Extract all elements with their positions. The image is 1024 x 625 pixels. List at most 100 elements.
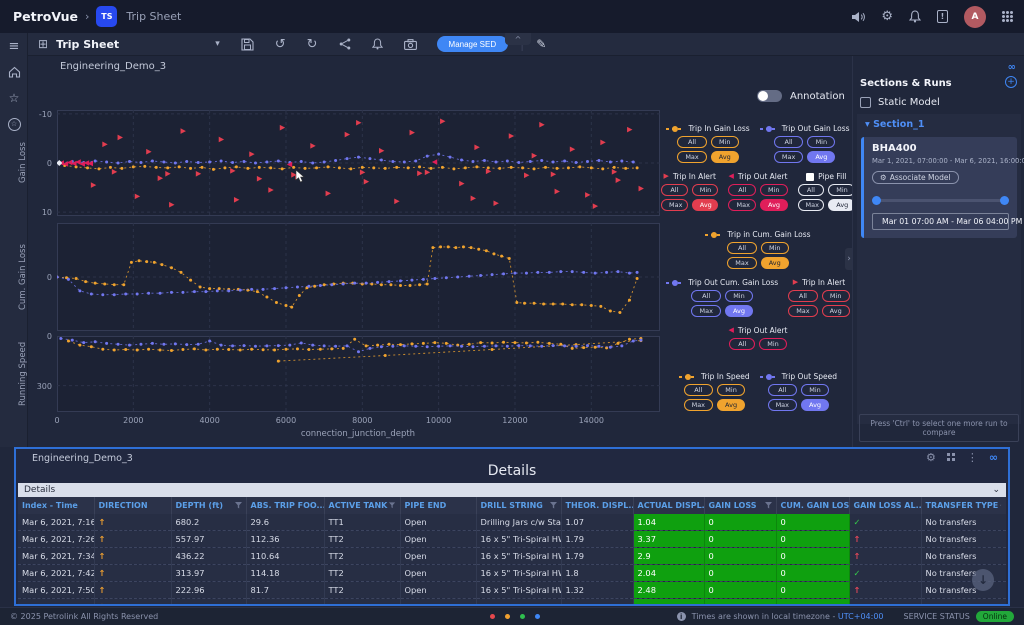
bell-icon[interactable] [909, 10, 921, 23]
time-range-slider[interactable] [872, 196, 1009, 205]
column-header-active-tank[interactable]: ACTIVE TANK [324, 497, 400, 514]
scroll-down-button[interactable]: ↓ [972, 569, 994, 591]
static-model-checkbox[interactable] [860, 97, 871, 108]
legend-pill-trip-in-alert-avg[interactable]: Avg [822, 305, 850, 317]
apps-grid-icon[interactable] [1002, 11, 1005, 14]
column-header-abs-trip-foo[interactable]: ABS. TRIP FOO... [246, 497, 324, 514]
legend-pill-trip-in-speed-min[interactable]: Min [717, 384, 745, 396]
redo-icon[interactable]: ↻ [307, 37, 318, 52]
column-header-gain-loss-al[interactable]: GAIN LOSS AL... [849, 497, 921, 514]
legend-pill-trip-in-gain-loss-all[interactable]: All [677, 136, 706, 148]
expand-grid-icon[interactable] [947, 453, 956, 462]
link-icon[interactable]: ∞ [1008, 62, 1016, 73]
legend-pill-pipe-fill-max[interactable]: Max [798, 199, 825, 211]
table-row[interactable]: Mar 6, 2021, 8:46:35 AM↑177.97132.87TT2O… [18, 599, 1006, 605]
brand-logo[interactable]: PetroVue [13, 9, 78, 24]
date-range-input[interactable]: Mar 01 07:00 AM - Mar 06 04:00 PM [872, 213, 1009, 230]
legend-pill-trip-out-gain-loss-avg[interactable]: Avg [807, 151, 835, 163]
link-icon[interactable]: ∞ [989, 452, 998, 463]
column-header-transfer-type[interactable]: TRANSFER TYPE [921, 497, 1006, 514]
subheader-collapse-icon[interactable]: ⌄ [992, 485, 1000, 495]
legend-pill-trip-in-alert-max[interactable]: Max [661, 199, 688, 211]
app-badge[interactable]: TS [96, 6, 117, 27]
legend-pill-trip-out-alert-avg[interactable]: Avg [760, 199, 788, 211]
legend-pill-trip-in-alert-avg[interactable]: Avg [692, 199, 719, 211]
share-network-icon[interactable] [339, 38, 351, 50]
edit-pencil-icon[interactable]: ✎ [536, 37, 546, 51]
column-header-cum-gain-loss[interactable]: CUM. GAIN LOSS [776, 497, 849, 514]
status-dot[interactable] [505, 614, 510, 619]
hamburger-menu-icon[interactable]: ≡ [0, 36, 28, 56]
settings-gear-icon[interactable]: ⚙ [926, 452, 936, 463]
legend-pill-trip-in-alert-min[interactable]: Min [822, 290, 850, 302]
legend-pill-trip-in-alert-all[interactable]: All [788, 290, 817, 302]
legend-pill-trip-out-alert-all[interactable]: All [729, 338, 755, 350]
legend-pill-trip-in-gain-loss-min[interactable]: Min [711, 136, 739, 148]
column-header-pipe-end[interactable]: PIPE END [400, 497, 476, 514]
column-header-depth-ft[interactable]: DEPTH (ft) [171, 497, 246, 514]
status-dot[interactable] [520, 614, 525, 619]
column-header-drill-string[interactable]: DRILL STRING [476, 497, 561, 514]
table-row[interactable]: Mar 6, 2021, 7:26:26 AM↑557.97112.36TT2O… [18, 531, 1006, 548]
legend-pill-trip-out-speed-min[interactable]: Min [801, 384, 829, 396]
legend-pill-trip-in-cum-gain-loss-min[interactable]: Min [761, 242, 789, 254]
table-row[interactable]: Mar 6, 2021, 7:34:20 AM↑436.22110.64TT2O… [18, 548, 1006, 565]
legend-pill-trip-out-gain-loss-min[interactable]: Min [807, 136, 835, 148]
legend-pill-trip-out-cum-gain-loss-max[interactable]: Max [691, 305, 720, 317]
avatar[interactable]: A [964, 6, 986, 28]
collapse-toolbar-button[interactable]: ^ [505, 33, 531, 45]
run-card[interactable]: BHA400 Mar 1, 2021, 07:00:00 - Mar 6, 20… [861, 137, 1017, 238]
legend-pill-pipe-fill-min[interactable]: Min [828, 184, 855, 196]
undo-icon[interactable]: ↺ [275, 37, 286, 52]
column-header-actual-displ[interactable]: ACTUAL DISPL... [633, 497, 704, 514]
table-row[interactable]: Mar 6, 2021, 7:50:44 AM↑222.9681.7TT2Ope… [18, 582, 1006, 599]
legend-pill-trip-out-speed-avg[interactable]: Avg [801, 399, 829, 411]
column-header-gain-loss[interactable]: GAIN LOSS [704, 497, 776, 514]
legend-pill-trip-out-gain-loss-all[interactable]: All [774, 136, 803, 148]
camera-icon[interactable] [404, 39, 417, 50]
legend-pill-trip-out-alert-min[interactable]: Min [760, 184, 788, 196]
home-icon[interactable] [0, 62, 28, 82]
speaker-icon[interactable] [851, 11, 865, 23]
legend-pill-trip-in-gain-loss-avg[interactable]: Avg [711, 151, 739, 163]
slider-knob-start[interactable] [872, 196, 881, 205]
star-icon[interactable]: ☆ [0, 88, 28, 108]
legend-pill-trip-out-speed-all[interactable]: All [768, 384, 797, 396]
legend-pill-pipe-fill-avg[interactable]: Avg [828, 199, 855, 211]
status-dot[interactable] [535, 614, 540, 619]
legend-pill-trip-out-cum-gain-loss-avg[interactable]: Avg [725, 305, 753, 317]
legend-pill-trip-out-alert-all[interactable]: All [728, 184, 756, 196]
legend-pill-trip-out-cum-gain-loss-min[interactable]: Min [725, 290, 753, 302]
details-subheader[interactable]: Details ⌄ [18, 483, 1006, 497]
legend-pill-trip-in-speed-max[interactable]: Max [684, 399, 713, 411]
manage-sed-button[interactable]: Manage SED [437, 36, 509, 52]
legend-pill-trip-in-cum-gain-loss-max[interactable]: Max [727, 257, 756, 269]
legend-pill-trip-in-cum-gain-loss-all[interactable]: All [727, 242, 756, 254]
legend-pill-trip-out-speed-max[interactable]: Max [768, 399, 797, 411]
release-notes-icon[interactable]: ! [937, 10, 948, 23]
add-section-icon[interactable]: + [1005, 76, 1017, 88]
table-row[interactable]: Mar 6, 2021, 7:16:16 AM↑680.229.6TT1Open… [18, 514, 1006, 531]
column-header-theor-displ[interactable]: THEOR. DISPL... [561, 497, 633, 514]
annotation-toggle[interactable] [757, 90, 782, 102]
legend-pill-trip-out-alert-max[interactable]: Max [728, 199, 756, 211]
associate-model-button[interactable]: ⚙ Associate Model [872, 171, 959, 184]
chevron-down-icon[interactable]: ▾ [215, 39, 220, 49]
legend-pill-trip-out-gain-loss-max[interactable]: Max [774, 151, 803, 163]
save-icon[interactable] [241, 38, 254, 51]
legend-pill-trip-in-speed-avg[interactable]: Avg [717, 399, 745, 411]
slider-knob-end[interactable] [1000, 196, 1009, 205]
legend-pill-trip-in-alert-max[interactable]: Max [788, 305, 817, 317]
status-dot[interactable] [490, 614, 495, 619]
legend-pill-trip-in-alert-all[interactable]: All [661, 184, 688, 196]
legend-pill-trip-in-alert-min[interactable]: Min [692, 184, 719, 196]
legend-pill-trip-out-alert-min[interactable]: Min [759, 338, 787, 350]
legend-pill-trip-out-cum-gain-loss-all[interactable]: All [691, 290, 720, 302]
gear-icon[interactable]: ⚙ [881, 10, 893, 23]
section-header[interactable]: ▾ Section_1 [857, 114, 1021, 135]
legend-pill-trip-in-speed-all[interactable]: All [684, 384, 713, 396]
legend-pill-trip-in-cum-gain-loss-avg[interactable]: Avg [761, 257, 789, 269]
table-row[interactable]: Mar 6, 2021, 7:42:55 AM↑313.97114.18TT2O… [18, 565, 1006, 582]
legend-pill-pipe-fill-all[interactable]: All [798, 184, 825, 196]
legend-pill-trip-in-gain-loss-max[interactable]: Max [677, 151, 706, 163]
